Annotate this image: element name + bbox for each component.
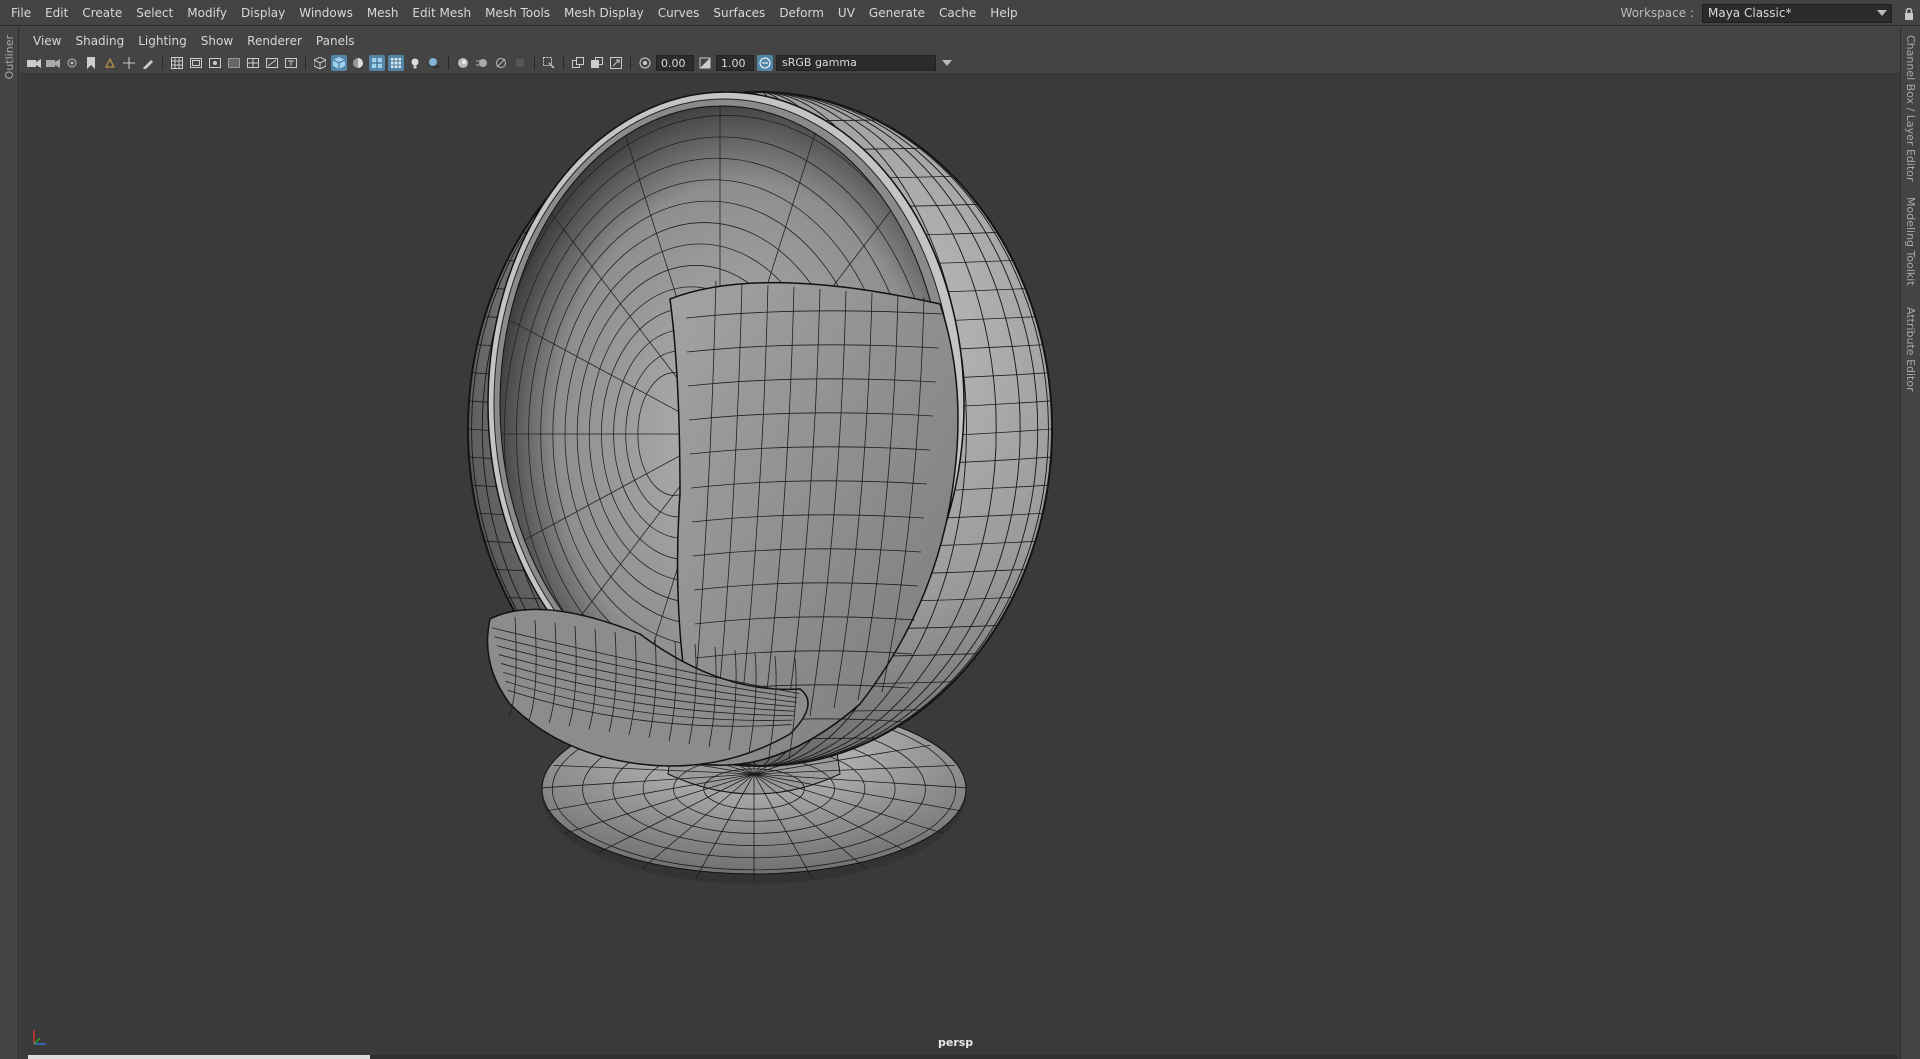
menu-cache[interactable]: Cache — [932, 2, 983, 24]
menu-windows[interactable]: Windows — [292, 2, 360, 24]
viewport-panel: View Shading Lighting Show Renderer Pane… — [20, 30, 1900, 1059]
left-panel-strip: Outliner — [0, 27, 19, 1059]
ball-chair-model[interactable] — [20, 74, 1900, 1059]
toolbar-separator — [563, 55, 564, 70]
shadows-icon[interactable] — [426, 55, 442, 71]
anti-aliasing-icon[interactable] — [493, 55, 509, 71]
safe-title-icon[interactable] — [283, 55, 299, 71]
chevron-down-icon — [1877, 10, 1887, 16]
use-default-material-icon[interactable] — [350, 55, 366, 71]
gamma-icon[interactable] — [697, 55, 713, 71]
menu-surfaces[interactable]: Surfaces — [706, 2, 772, 24]
field-chart-icon[interactable] — [245, 55, 261, 71]
smooth-shade-all-icon[interactable] — [331, 54, 347, 71]
workspace-dropdown[interactable]: Maya Classic* — [1702, 3, 1892, 23]
chevron-down-icon[interactable] — [939, 55, 955, 71]
menu-modify[interactable]: Modify — [180, 2, 234, 24]
panel-menu-bar: View Shading Lighting Show Renderer Pane… — [20, 30, 1900, 52]
screen-space-ao-icon[interactable] — [455, 55, 471, 71]
wireframe-on-shaded-icon[interactable] — [369, 54, 385, 71]
panel-menu-panels[interactable]: Panels — [309, 34, 362, 48]
safe-action-icon[interactable] — [264, 55, 280, 71]
menu-edit[interactable]: Edit — [38, 2, 75, 24]
xray-icon[interactable] — [388, 54, 404, 71]
menu-create[interactable]: Create — [75, 2, 129, 24]
time-slider-range — [28, 1055, 370, 1059]
bookmarks-icon[interactable] — [64, 55, 80, 71]
3d-viewport[interactable]: persp — [20, 74, 1900, 1059]
view-transform-value: sRGB gamma — [782, 55, 857, 69]
frame-selection-icon[interactable] — [589, 55, 605, 71]
grid-icon[interactable] — [169, 55, 185, 71]
film-gate-icon[interactable] — [188, 55, 204, 71]
gamma-field[interactable]: 1.00 — [716, 54, 754, 71]
camera-select-icon[interactable] — [26, 55, 42, 71]
menu-display[interactable]: Display — [234, 2, 292, 24]
image-plane-icon[interactable] — [102, 55, 118, 71]
exposure-icon[interactable] — [637, 55, 653, 71]
panel-menu-show[interactable]: Show — [194, 34, 240, 48]
tab-modeling-toolkit[interactable]: Modeling Toolkit — [1904, 197, 1917, 286]
grease-pencil-icon[interactable] — [140, 55, 156, 71]
toolbar-separator — [448, 55, 449, 70]
tab-outliner[interactable]: Outliner — [3, 35, 16, 79]
camera-name-label: persp — [938, 1036, 974, 1049]
menu-uv[interactable]: UV — [831, 2, 862, 24]
exposure-field[interactable]: 0.00 — [656, 54, 694, 71]
resolution-gate-icon[interactable] — [207, 55, 223, 71]
workspace-label: Workspace : — [1620, 6, 1694, 20]
axis-gizmo — [28, 1024, 52, 1048]
lights-icon[interactable] — [407, 55, 423, 71]
tab-channel-box[interactable]: Channel Box / Layer Editor — [1904, 35, 1917, 182]
menu-generate[interactable]: Generate — [862, 2, 932, 24]
toolbar-separator — [305, 55, 306, 70]
panel-menu-shading[interactable]: Shading — [68, 34, 131, 48]
wireframe-icon[interactable] — [312, 55, 328, 71]
toolbar-separator — [630, 55, 631, 70]
menu-help[interactable]: Help — [983, 2, 1024, 24]
color-management-icon[interactable] — [757, 54, 773, 71]
menu-mesh[interactable]: Mesh — [360, 2, 406, 24]
toolbar-separator — [162, 55, 163, 70]
menu-deform[interactable]: Deform — [772, 2, 831, 24]
panel-menu-renderer[interactable]: Renderer — [240, 34, 309, 48]
motion-blur-icon[interactable] — [474, 55, 490, 71]
gate-mask-icon[interactable] — [226, 55, 242, 71]
2d-pan-zoom-icon[interactable] — [121, 55, 137, 71]
menu-file[interactable]: File — [4, 2, 38, 24]
camera-attributes-icon[interactable] — [45, 55, 61, 71]
isolate-select-icon[interactable] — [541, 55, 557, 71]
panel-menu-lighting[interactable]: Lighting — [131, 34, 194, 48]
menu-select[interactable]: Select — [129, 2, 180, 24]
main-menu: File Edit Create Select Modify Display W… — [0, 0, 1025, 25]
workspace-selector: Workspace : Maya Classic* — [1621, 0, 1920, 26]
panel-menu-view[interactable]: View — [26, 34, 68, 48]
menu-edit-mesh[interactable]: Edit Mesh — [405, 2, 478, 24]
right-panel-strip: Channel Box / Layer Editor Modeling Tool… — [1900, 27, 1920, 1059]
view-transform-dropdown[interactable]: sRGB gamma — [776, 54, 936, 71]
toolbar-separator — [534, 55, 535, 70]
workspace-value: Maya Classic* — [1708, 6, 1792, 20]
depth-of-field-icon[interactable] — [512, 55, 528, 71]
panel-toolbar: 0.00 1.00 sRGB gamma — [20, 52, 1900, 74]
time-slider-bar[interactable] — [28, 1055, 1898, 1059]
camera-zoom-icon[interactable] — [608, 55, 624, 71]
main-menu-bar: File Edit Create Select Modify Display W… — [0, 0, 1920, 26]
frame-all-icon[interactable] — [570, 55, 586, 71]
menu-mesh-display[interactable]: Mesh Display — [557, 2, 651, 24]
lock-icon[interactable] — [1898, 0, 1920, 26]
menu-mesh-tools[interactable]: Mesh Tools — [478, 2, 557, 24]
tab-attribute-editor[interactable]: Attribute Editor — [1904, 307, 1917, 392]
bookmark-icon[interactable] — [83, 55, 99, 71]
menu-curves[interactable]: Curves — [651, 2, 707, 24]
